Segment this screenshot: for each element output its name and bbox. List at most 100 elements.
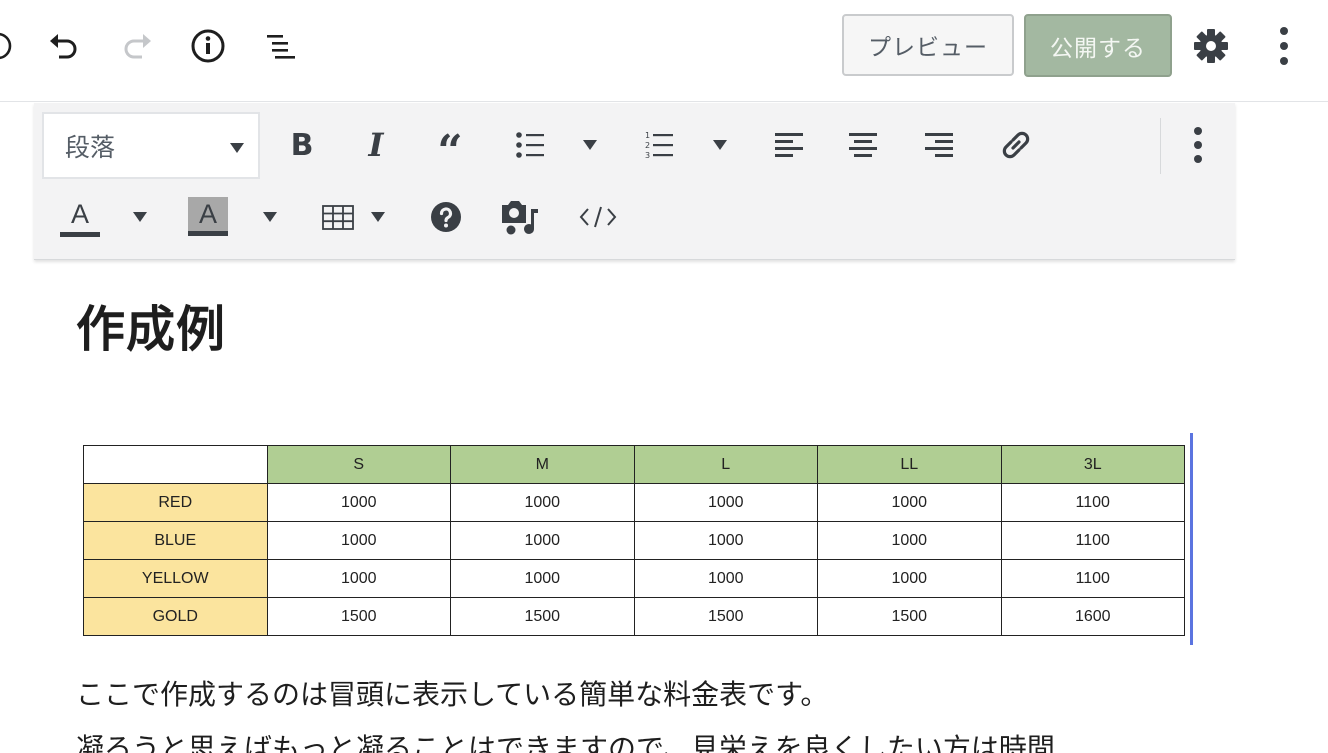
redo-icon[interactable] [115, 24, 159, 68]
outline-icon[interactable] [258, 24, 302, 68]
table-cell[interactable]: 1100 [1000, 559, 1185, 598]
table-row-label[interactable]: BLUE [83, 521, 268, 560]
table-header-cell[interactable]: L [633, 445, 818, 484]
numbered-list-options-button[interactable] [710, 123, 730, 167]
paragraph[interactable]: 凝ろうと思えばもっと凝ることはできますので、見栄えを良くしたい方は時間 [76, 727, 1055, 753]
align-right-button[interactable] [922, 123, 956, 167]
text-color-options-button[interactable] [130, 195, 150, 239]
more-vertical-icon [1194, 127, 1202, 163]
format-select[interactable]: 段落 [42, 112, 260, 179]
table-cell[interactable]: 1000 [266, 521, 451, 560]
table-cell[interactable]: 1100 [1000, 483, 1185, 522]
table-cell[interactable]: 1000 [450, 483, 635, 522]
table-header-cell[interactable]: LL [817, 445, 1002, 484]
text-color-icon: A [60, 197, 100, 237]
table-header-cell[interactable]: S [266, 445, 451, 484]
svg-text:1: 1 [645, 131, 650, 140]
table-row: BLUE 1000 1000 1000 1000 1100 [83, 521, 1185, 560]
table-cell[interactable]: 1000 [817, 483, 1002, 522]
table-button[interactable] [318, 195, 358, 239]
table-row-label[interactable]: GOLD [83, 597, 268, 636]
bold-icon: B [290, 127, 314, 163]
add-block-icon[interactable] [0, 24, 20, 68]
bold-button[interactable]: B [282, 123, 322, 167]
classic-editor-toolbar: 段落 B I “ 123 A A [34, 103, 1235, 260]
table-header-cell[interactable] [83, 445, 268, 484]
align-center-button[interactable] [846, 123, 880, 167]
media-icon [502, 201, 538, 235]
table-cell[interactable]: 1000 [266, 559, 451, 598]
block-focus-indicator [1190, 433, 1193, 645]
add-media-button[interactable] [498, 195, 540, 239]
code-button[interactable] [576, 195, 620, 239]
svg-text:2: 2 [645, 141, 650, 150]
chevron-down-icon [371, 212, 385, 222]
table-cell[interactable]: 1000 [817, 559, 1002, 598]
chevron-down-icon [713, 140, 727, 150]
format-select-value: 段落 [65, 132, 116, 162]
align-center-icon [849, 133, 877, 157]
chevron-down-icon [230, 143, 244, 153]
highlight-color-options-button[interactable] [260, 195, 280, 239]
table-cell[interactable]: 1000 [633, 559, 818, 598]
table-cell[interactable]: 1000 [633, 521, 818, 560]
text-color-button[interactable]: A [60, 195, 100, 239]
table-cell[interactable]: 1500 [450, 597, 635, 636]
preview-button[interactable]: プレビュー [842, 14, 1014, 76]
table-cell[interactable]: 1000 [633, 483, 818, 522]
table-header-cell[interactable]: M [450, 445, 635, 484]
table-icon [322, 205, 354, 230]
link-icon [1002, 131, 1030, 159]
table-options-button[interactable] [368, 195, 388, 239]
table-row-label[interactable]: YELLOW [83, 559, 268, 598]
toolbar-separator [1160, 118, 1161, 174]
table-cell[interactable]: 1000 [266, 483, 451, 522]
highlight-color-button[interactable]: A [188, 195, 228, 239]
table-cell[interactable]: 1100 [1000, 521, 1185, 560]
chevron-down-icon [583, 140, 597, 150]
align-right-icon [925, 133, 953, 157]
bullet-list-options-button[interactable] [580, 123, 600, 167]
gear-icon[interactable] [1189, 24, 1233, 68]
toolbar-toggle-button[interactable] [1184, 123, 1212, 167]
italic-button[interactable]: I [356, 123, 396, 167]
table-cell[interactable]: 1000 [450, 521, 635, 560]
table-header-cell[interactable]: 3L [1000, 445, 1185, 484]
align-left-icon [775, 133, 803, 157]
table-cell[interactable]: 1000 [450, 559, 635, 598]
table-cell[interactable]: 1500 [266, 597, 451, 636]
quote-icon: “ [437, 126, 463, 177]
italic-icon: I [368, 126, 384, 164]
chevron-down-icon [133, 212, 147, 222]
page-title[interactable]: 作成例 [76, 290, 226, 361]
table-row: RED 1000 1000 1000 1000 1100 [83, 483, 1185, 522]
help-icon [431, 202, 461, 232]
numbered-list-button[interactable]: 123 [642, 123, 678, 167]
editor-header: プレビュー 公開する [0, 0, 1328, 102]
align-left-button[interactable] [772, 123, 806, 167]
table-cell[interactable]: 1600 [1000, 597, 1185, 636]
blockquote-button[interactable]: “ [430, 123, 470, 174]
table-cell[interactable]: 1000 [817, 521, 1002, 560]
bullet-list-button[interactable] [512, 123, 548, 167]
table-cell[interactable]: 1500 [633, 597, 818, 636]
undo-icon[interactable] [42, 24, 86, 68]
price-table[interactable]: S M L LL 3L RED 1000 1000 1000 1000 1100… [83, 445, 1185, 636]
publish-button[interactable]: 公開する [1024, 14, 1172, 77]
paragraph[interactable]: ここで作成するのは冒頭に表示している簡単な料金表です。 [76, 673, 828, 713]
table-cell[interactable]: 1500 [817, 597, 1002, 636]
code-icon [579, 206, 617, 228]
link-button[interactable] [996, 123, 1036, 167]
help-button[interactable] [428, 195, 464, 239]
svg-text:3: 3 [645, 151, 650, 160]
bullet-list-icon [516, 132, 544, 158]
more-vertical-icon[interactable] [1262, 24, 1306, 68]
table-row: YELLOW 1000 1000 1000 1000 1100 [83, 559, 1185, 598]
numbered-list-icon: 123 [645, 131, 673, 160]
table-row-label[interactable]: RED [83, 483, 268, 522]
chevron-down-icon [263, 212, 277, 222]
table-header-row: S M L LL 3L [83, 445, 1185, 484]
info-icon[interactable] [186, 24, 230, 68]
highlight-color-icon: A [188, 197, 228, 236]
table-row: GOLD 1500 1500 1500 1500 1600 [83, 597, 1185, 636]
